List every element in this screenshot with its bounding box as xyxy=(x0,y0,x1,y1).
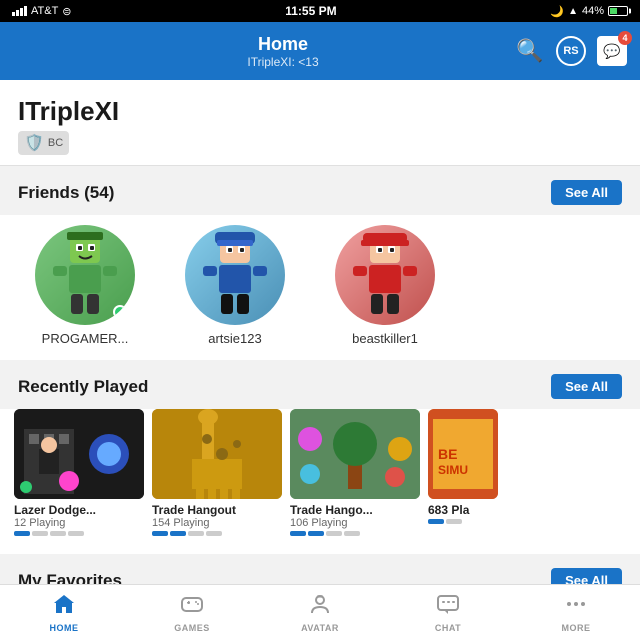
friend-name: PROGAMER... xyxy=(42,331,129,346)
bc-badge: 🛡️ BC xyxy=(18,131,69,155)
location-icon: ▲ xyxy=(568,6,578,17)
nav-home[interactable]: HOME xyxy=(0,587,128,639)
games-scroll: Lazer Dodge... 12 Playing xyxy=(0,409,640,550)
svg-text:BE: BE xyxy=(438,446,457,462)
header-subtitle: ITripleXI: <13 xyxy=(247,55,318,69)
bottom-nav: HOME GAMES AVATAR xyxy=(0,584,640,640)
chat-badge: 4 xyxy=(618,31,632,45)
header: Home ITripleXI: <13 🔍 RS 💬 4 xyxy=(0,22,640,80)
carrier-label: AT&T xyxy=(31,5,58,17)
game-card[interactable]: Lazer Dodge... 12 Playing xyxy=(14,409,144,536)
game-players: 154 Playing xyxy=(152,517,282,529)
robux-button[interactable]: RS xyxy=(556,36,586,66)
profile-section: ITripleXI 🛡️ BC xyxy=(0,80,640,166)
online-indicator xyxy=(113,305,127,319)
home-icon xyxy=(52,593,76,621)
game-rating xyxy=(428,519,498,524)
friend-character-svg xyxy=(195,230,275,320)
friend-avatar xyxy=(35,225,135,325)
favorites-see-all-button[interactable]: See All xyxy=(551,568,622,584)
chat-header-button[interactable]: 💬 4 xyxy=(596,35,628,67)
friend-avatar xyxy=(185,225,285,325)
favorites-title: My Favorites xyxy=(18,571,122,585)
favorites-section-header: My Favorites See All xyxy=(0,554,640,584)
nav-chat[interactable]: CHAT xyxy=(384,587,512,639)
search-button[interactable]: 🔍 xyxy=(514,35,546,67)
game-name: Trade Hango... xyxy=(290,503,420,517)
friend-item[interactable]: PROGAMER... xyxy=(10,225,160,346)
header-icons: 🔍 RS 💬 4 xyxy=(514,35,628,67)
rs-icon: RS xyxy=(563,45,578,57)
chat-icon xyxy=(436,593,460,621)
avatar-icon xyxy=(308,593,332,621)
nav-more-label: MORE xyxy=(562,623,591,633)
game-name: Trade Hangout xyxy=(152,503,282,517)
game-thumbnail xyxy=(14,409,144,499)
main-content: ITripleXI 🛡️ BC Friends (54) See All xyxy=(0,80,640,584)
bc-icon: 🛡️ xyxy=(24,133,44,153)
friend-name: beastkiller1 xyxy=(352,331,418,346)
friends-section-header: Friends (54) See All xyxy=(0,166,640,215)
game-name: 683 Pla xyxy=(428,503,498,517)
friend-item[interactable]: beastkiller1 xyxy=(310,225,460,346)
game-online-dot xyxy=(20,481,32,493)
game-rating xyxy=(152,531,282,536)
friends-scroll: PROGAMER... xyxy=(0,225,640,346)
battery-icon xyxy=(608,6,628,16)
game-thumbnail: BE SIMU xyxy=(428,409,498,499)
friends-title: Friends (54) xyxy=(18,183,114,203)
friend-character-svg xyxy=(345,230,425,320)
friends-see-all-button[interactable]: See All xyxy=(551,180,622,205)
more-icon xyxy=(564,593,588,621)
nav-avatar[interactable]: AVATAR xyxy=(256,587,384,639)
nav-home-label: HOME xyxy=(50,623,79,633)
nav-more[interactable]: MORE xyxy=(512,587,640,639)
friend-name: artsie123 xyxy=(208,331,261,346)
nav-avatar-label: AVATAR xyxy=(301,623,339,633)
game-thumbnail xyxy=(290,409,420,499)
status-bar: AT&T ⊜ 11:55 PM 🌙 ▲ 44% xyxy=(0,0,640,22)
friend-item[interactable]: artsie123 xyxy=(160,225,310,346)
signal-bars xyxy=(12,6,27,16)
wifi-icon: ⊜ xyxy=(62,5,71,18)
game-rating xyxy=(14,531,144,536)
game-players: 12 Playing xyxy=(14,517,144,529)
recently-played-title: Recently Played xyxy=(18,377,148,397)
game-rating xyxy=(290,531,420,536)
game-card[interactable]: Trade Hangout 154 Playing xyxy=(152,409,282,536)
game-name: Lazer Dodge... xyxy=(14,503,144,517)
search-icon: 🔍 xyxy=(516,38,543,64)
game-card[interactable]: Trade Hango... 106 Playing xyxy=(290,409,420,536)
nav-games[interactable]: GAMES xyxy=(128,587,256,639)
recently-played-see-all-button[interactable]: See All xyxy=(551,374,622,399)
username: ITripleXI xyxy=(18,96,119,127)
battery-percent: 44% xyxy=(582,5,604,17)
friend-avatar xyxy=(335,225,435,325)
recently-played-header: Recently Played See All xyxy=(0,360,640,409)
status-left: AT&T ⊜ xyxy=(12,5,72,18)
status-right: 🌙 ▲ 44% xyxy=(550,5,628,18)
friends-container: PROGAMER... xyxy=(0,215,640,360)
friend-character-svg xyxy=(45,230,125,320)
game-thumbnail xyxy=(152,409,282,499)
bc-label: BC xyxy=(48,137,63,149)
game-players: 106 Playing xyxy=(290,517,420,529)
recently-played-container: Lazer Dodge... 12 Playing xyxy=(0,409,640,554)
games-icon xyxy=(180,593,204,621)
moon-icon: 🌙 xyxy=(550,5,564,18)
clock: 11:55 PM xyxy=(285,4,336,18)
svg-text:SIMU: SIMU xyxy=(438,463,468,477)
header-title: Home xyxy=(258,34,308,55)
nav-chat-label: CHAT xyxy=(435,623,461,633)
game-card[interactable]: BE SIMU 683 Pla xyxy=(428,409,498,536)
nav-games-label: GAMES xyxy=(174,623,210,633)
header-center: Home ITripleXI: <13 xyxy=(247,34,318,69)
